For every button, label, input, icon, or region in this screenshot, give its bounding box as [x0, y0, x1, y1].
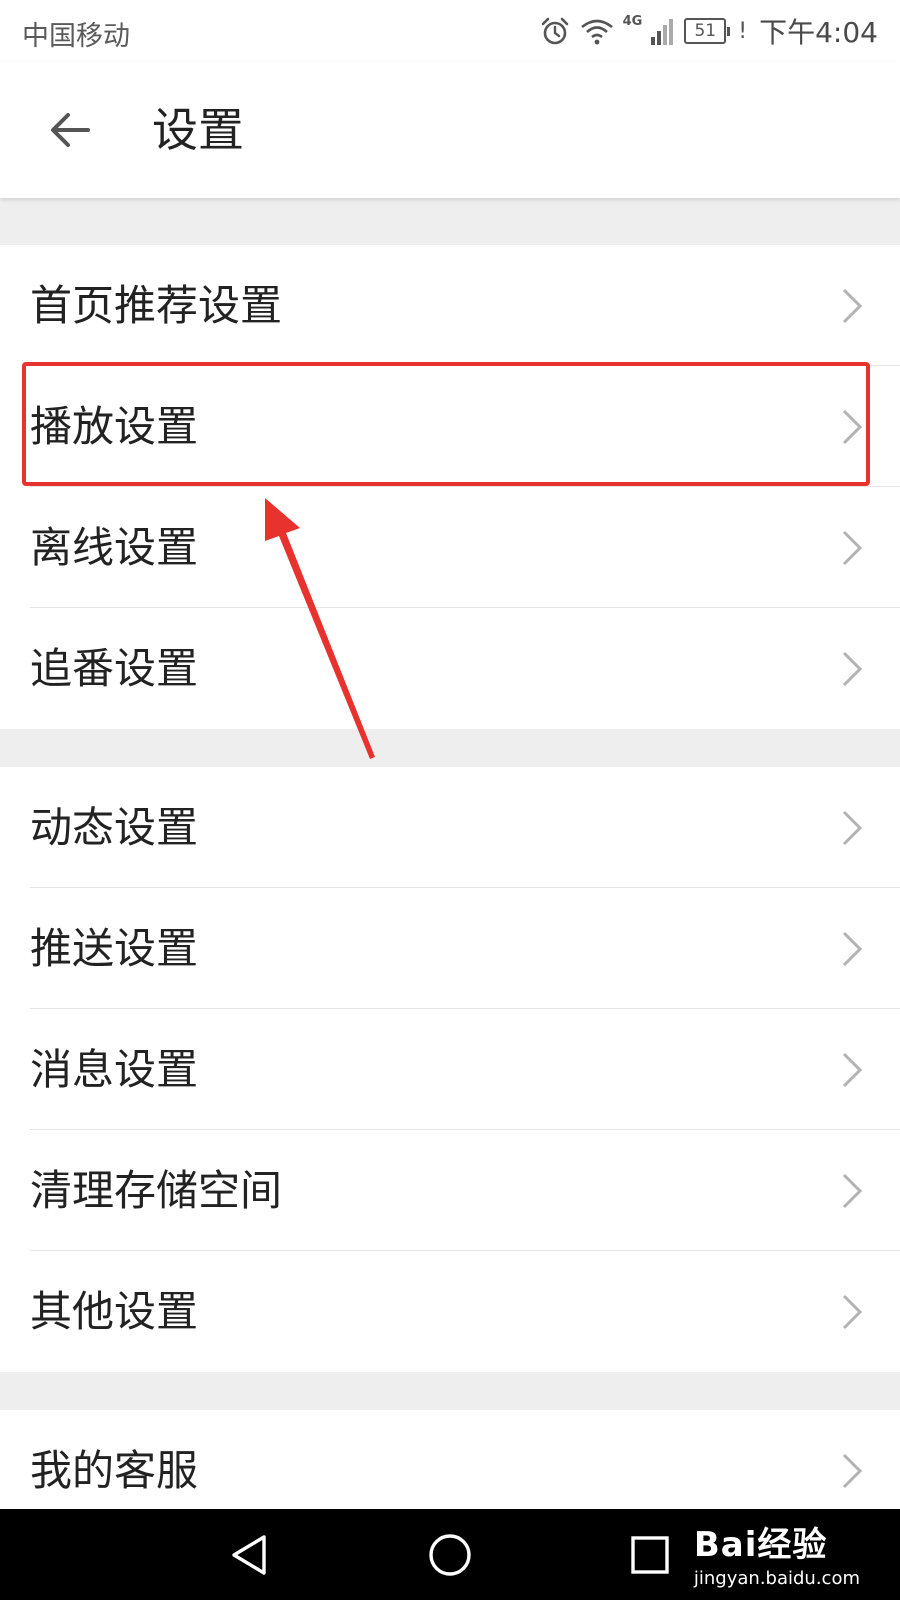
status-icons: 4G 51 ! 下午4:04 — [539, 10, 878, 52]
setting-item-home-recommend[interactable]: 首页推荐设置 — [0, 245, 900, 366]
section-gap — [0, 1372, 900, 1410]
setting-item-label: 清理存储空间 — [30, 1166, 283, 1215]
chevron-right-icon — [842, 1173, 863, 1209]
setting-item-anime-follow[interactable]: 追番设置 — [0, 608, 900, 729]
setting-item-label: 播放设置 — [30, 402, 199, 451]
chevron-right-icon — [842, 288, 863, 324]
setting-item-label: 消息设置 — [30, 1045, 199, 1094]
setting-item-message[interactable]: 消息设置 — [0, 1009, 900, 1130]
nav-home-button[interactable] — [422, 1529, 478, 1581]
nav-back-button[interactable] — [222, 1529, 278, 1581]
triangle-back-icon — [232, 1535, 266, 1575]
alarm-icon — [541, 17, 568, 45]
setting-item-label: 追番设置 — [30, 644, 199, 693]
nav-recents-button[interactable] — [622, 1529, 678, 1581]
watermark-url: jingyan.baidu.com — [693, 1568, 860, 1589]
section-gap — [0, 198, 900, 245]
arrow-left-icon — [51, 113, 90, 147]
chevron-right-icon — [842, 651, 863, 687]
app-bar: 设置 — [0, 62, 900, 198]
wifi-icon — [580, 19, 613, 45]
battery-icon: 51 — [684, 18, 731, 44]
setting-item-other[interactable]: 其他设置 — [0, 1251, 900, 1372]
chevron-right-icon — [842, 530, 863, 566]
chevron-right-icon — [842, 409, 863, 445]
battery-level: 51 — [684, 18, 727, 44]
setting-item-playback[interactable]: 播放设置 — [0, 366, 900, 487]
circle-home-icon — [429, 1534, 471, 1576]
setting-item-label: 首页推荐设置 — [30, 281, 283, 330]
setting-item-push[interactable]: 推送设置 — [0, 888, 900, 1009]
chevron-right-icon — [842, 1453, 863, 1489]
setting-item-label: 离线设置 — [30, 523, 199, 572]
setting-item-label: 其他设置 — [30, 1287, 199, 1336]
square-recents-icon — [631, 1536, 669, 1574]
settings-group-2: 动态设置 推送设置 消息设置 清理存储空间 其他设置 — [0, 767, 900, 1372]
network-type: 4G — [622, 14, 643, 29]
setting-item-offline[interactable]: 离线设置 — [0, 487, 900, 608]
chevron-right-icon — [842, 931, 863, 967]
settings-group-1: 首页推荐设置 播放设置 离线设置 追番设置 — [0, 245, 900, 729]
system-nav-bar: Bai经验 jingyan.baidu.com — [0, 1509, 900, 1600]
status-bar: 中国移动 4G 51 ! 下午4:04 — [0, 0, 900, 62]
chevron-right-icon — [842, 810, 863, 846]
setting-item-dynamic[interactable]: 动态设置 — [0, 767, 900, 888]
setting-item-label: 推送设置 — [30, 924, 199, 973]
setting-item-label: 动态设置 — [30, 803, 199, 852]
back-button[interactable] — [40, 100, 100, 160]
watermark-brand: Bai经验 — [693, 1525, 828, 1565]
section-gap — [0, 729, 900, 767]
signal-icon — [651, 19, 674, 45]
page-title: 设置 — [152, 103, 244, 157]
setting-item-clear-storage[interactable]: 清理存储空间 — [0, 1130, 900, 1251]
settings-list: 首页推荐设置 播放设置 离线设置 追番设置 动态设置 推送设置 消息设置 清理存… — [0, 198, 900, 1531]
baidu-jingyan-watermark: Bai经验 jingyan.baidu.com — [694, 1517, 860, 1589]
chevron-right-icon — [842, 1294, 863, 1330]
clock: 下午4:04 — [759, 16, 878, 49]
carrier-name: 中国移动 — [22, 21, 130, 52]
alert-indicator: ! — [738, 18, 748, 44]
chevron-right-icon — [842, 1052, 863, 1088]
